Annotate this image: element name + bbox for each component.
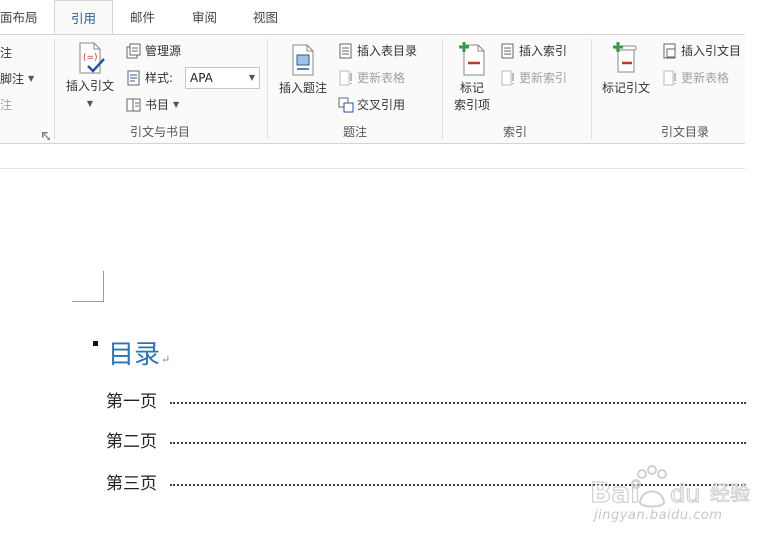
- ribbon-panel: 注 脚注 ▼ 注 (=) 插入引文 ▼ 管理源 样式: APA ▼ 书目 ▼ 引文与书…: [0, 34, 745, 144]
- insert-toa-icon: [663, 43, 676, 59]
- heading-bullet-marker: [93, 341, 98, 346]
- toc-heading-text: 目录: [108, 340, 161, 370]
- toc-leader-dots: [170, 402, 746, 404]
- bibliography-button[interactable]: 书目 ▼: [126, 95, 179, 115]
- group-label-captions: 题注: [342, 125, 367, 139]
- chevron-down-icon: ▼: [173, 100, 180, 109]
- toc-entry-text: 第三页: [106, 474, 157, 493]
- group-separator: [591, 39, 592, 139]
- mark-entry-label-1: 标记: [459, 81, 484, 95]
- dialog-launcher-icon[interactable]: [42, 132, 50, 140]
- next-footnote-button[interactable]: 脚注 ▼: [0, 69, 34, 89]
- cross-reference-button[interactable]: 交叉引用: [338, 95, 405, 115]
- group-label-toa: 引文目录: [660, 125, 709, 139]
- toc-entry-text: 第二页: [106, 432, 157, 451]
- margin-corner-mark: [103, 271, 104, 302]
- insert-table-of-authorities-button[interactable]: 插入引文目: [662, 41, 741, 61]
- chevron-down-icon: ▼: [86, 99, 94, 108]
- group-separator: [442, 39, 443, 139]
- show-notes-button[interactable]: 注: [0, 95, 12, 115]
- group-separator: [54, 39, 55, 139]
- group-separator: [267, 39, 268, 139]
- insert-table-of-figures-button[interactable]: 插入表目录: [338, 41, 417, 61]
- table-of-figures-icon: [339, 43, 352, 59]
- toc-leader-dots: [170, 442, 746, 444]
- update-index-button[interactable]: 更新索引: [500, 68, 567, 88]
- style-icon: [127, 70, 140, 86]
- tab-view[interactable]: 视图: [253, 0, 278, 34]
- insert-caption-label: 插入题注: [278, 81, 327, 95]
- insert-caption-icon: [292, 44, 314, 76]
- tab-review[interactable]: 审阅: [192, 0, 217, 34]
- svg-text:du: du: [670, 480, 700, 508]
- chevron-down-icon: ▼: [248, 73, 255, 82]
- tab-references[interactable]: 引用: [54, 0, 113, 34]
- group-label-citations: 引文与书目: [129, 125, 190, 139]
- page-top-edge: [0, 168, 745, 169]
- update-table-button[interactable]: 更新表格: [338, 68, 405, 88]
- mark-entry-button[interactable]: 标记 索引项: [446, 41, 498, 114]
- insert-citation-icon: (=): [79, 42, 105, 74]
- toc-entry[interactable]: 第一页: [106, 387, 746, 411]
- insert-citation-button[interactable]: (=) 插入引文 ▼: [60, 41, 120, 112]
- tab-mailings[interactable]: 邮件: [130, 0, 155, 34]
- bibliography-icon: [126, 98, 141, 112]
- svg-text:经验: 经验: [710, 481, 750, 505]
- mark-entry-label-2: 索引项: [453, 98, 490, 112]
- tab-page-layout[interactable]: 面布局: [0, 0, 38, 34]
- update-index-icon: [501, 70, 514, 86]
- toc-entry[interactable]: 第二页: [106, 427, 746, 451]
- citation-style-dropdown[interactable]: APA ▼: [185, 67, 260, 89]
- group-label-index: 索引: [502, 125, 527, 139]
- manage-sources-icon: [126, 43, 141, 59]
- update-toa-button[interactable]: 更新表格: [662, 68, 729, 88]
- insert-caption-button[interactable]: 插入题注: [272, 43, 334, 97]
- update-table-icon: [339, 70, 352, 86]
- cross-reference-icon: [338, 97, 354, 113]
- paragraph-mark: ↵: [161, 353, 171, 366]
- update-toa-icon: [663, 70, 676, 86]
- watermark-url: jingyan.baidu.com: [594, 508, 723, 523]
- toc-entry-text: 第一页: [106, 392, 157, 411]
- style-label: 样式:: [126, 68, 173, 88]
- ribbon-tab-bar: 面布局 引用 邮件 审阅 视图: [0, 0, 745, 34]
- insert-index-button[interactable]: 插入索引: [500, 41, 567, 61]
- svg-text:(=): (=): [83, 53, 98, 63]
- insert-citation-label: 插入引文: [65, 79, 114, 93]
- margin-corner-mark: [72, 301, 104, 302]
- svg-text:Bai: Bai: [590, 476, 640, 509]
- manage-sources-button[interactable]: 管理源: [126, 41, 181, 61]
- chevron-down-icon: ▼: [28, 74, 35, 83]
- mark-entry-icon: [459, 42, 485, 76]
- insert-index-icon: [501, 43, 514, 59]
- mark-citation-label: 标记引文: [601, 81, 650, 95]
- mark-citation-icon: [613, 42, 637, 73]
- toc-heading[interactable]: 目录↵: [108, 334, 170, 371]
- mark-citation-button[interactable]: 标记引文: [596, 41, 656, 97]
- insert-endnote-button[interactable]: 注: [0, 43, 12, 63]
